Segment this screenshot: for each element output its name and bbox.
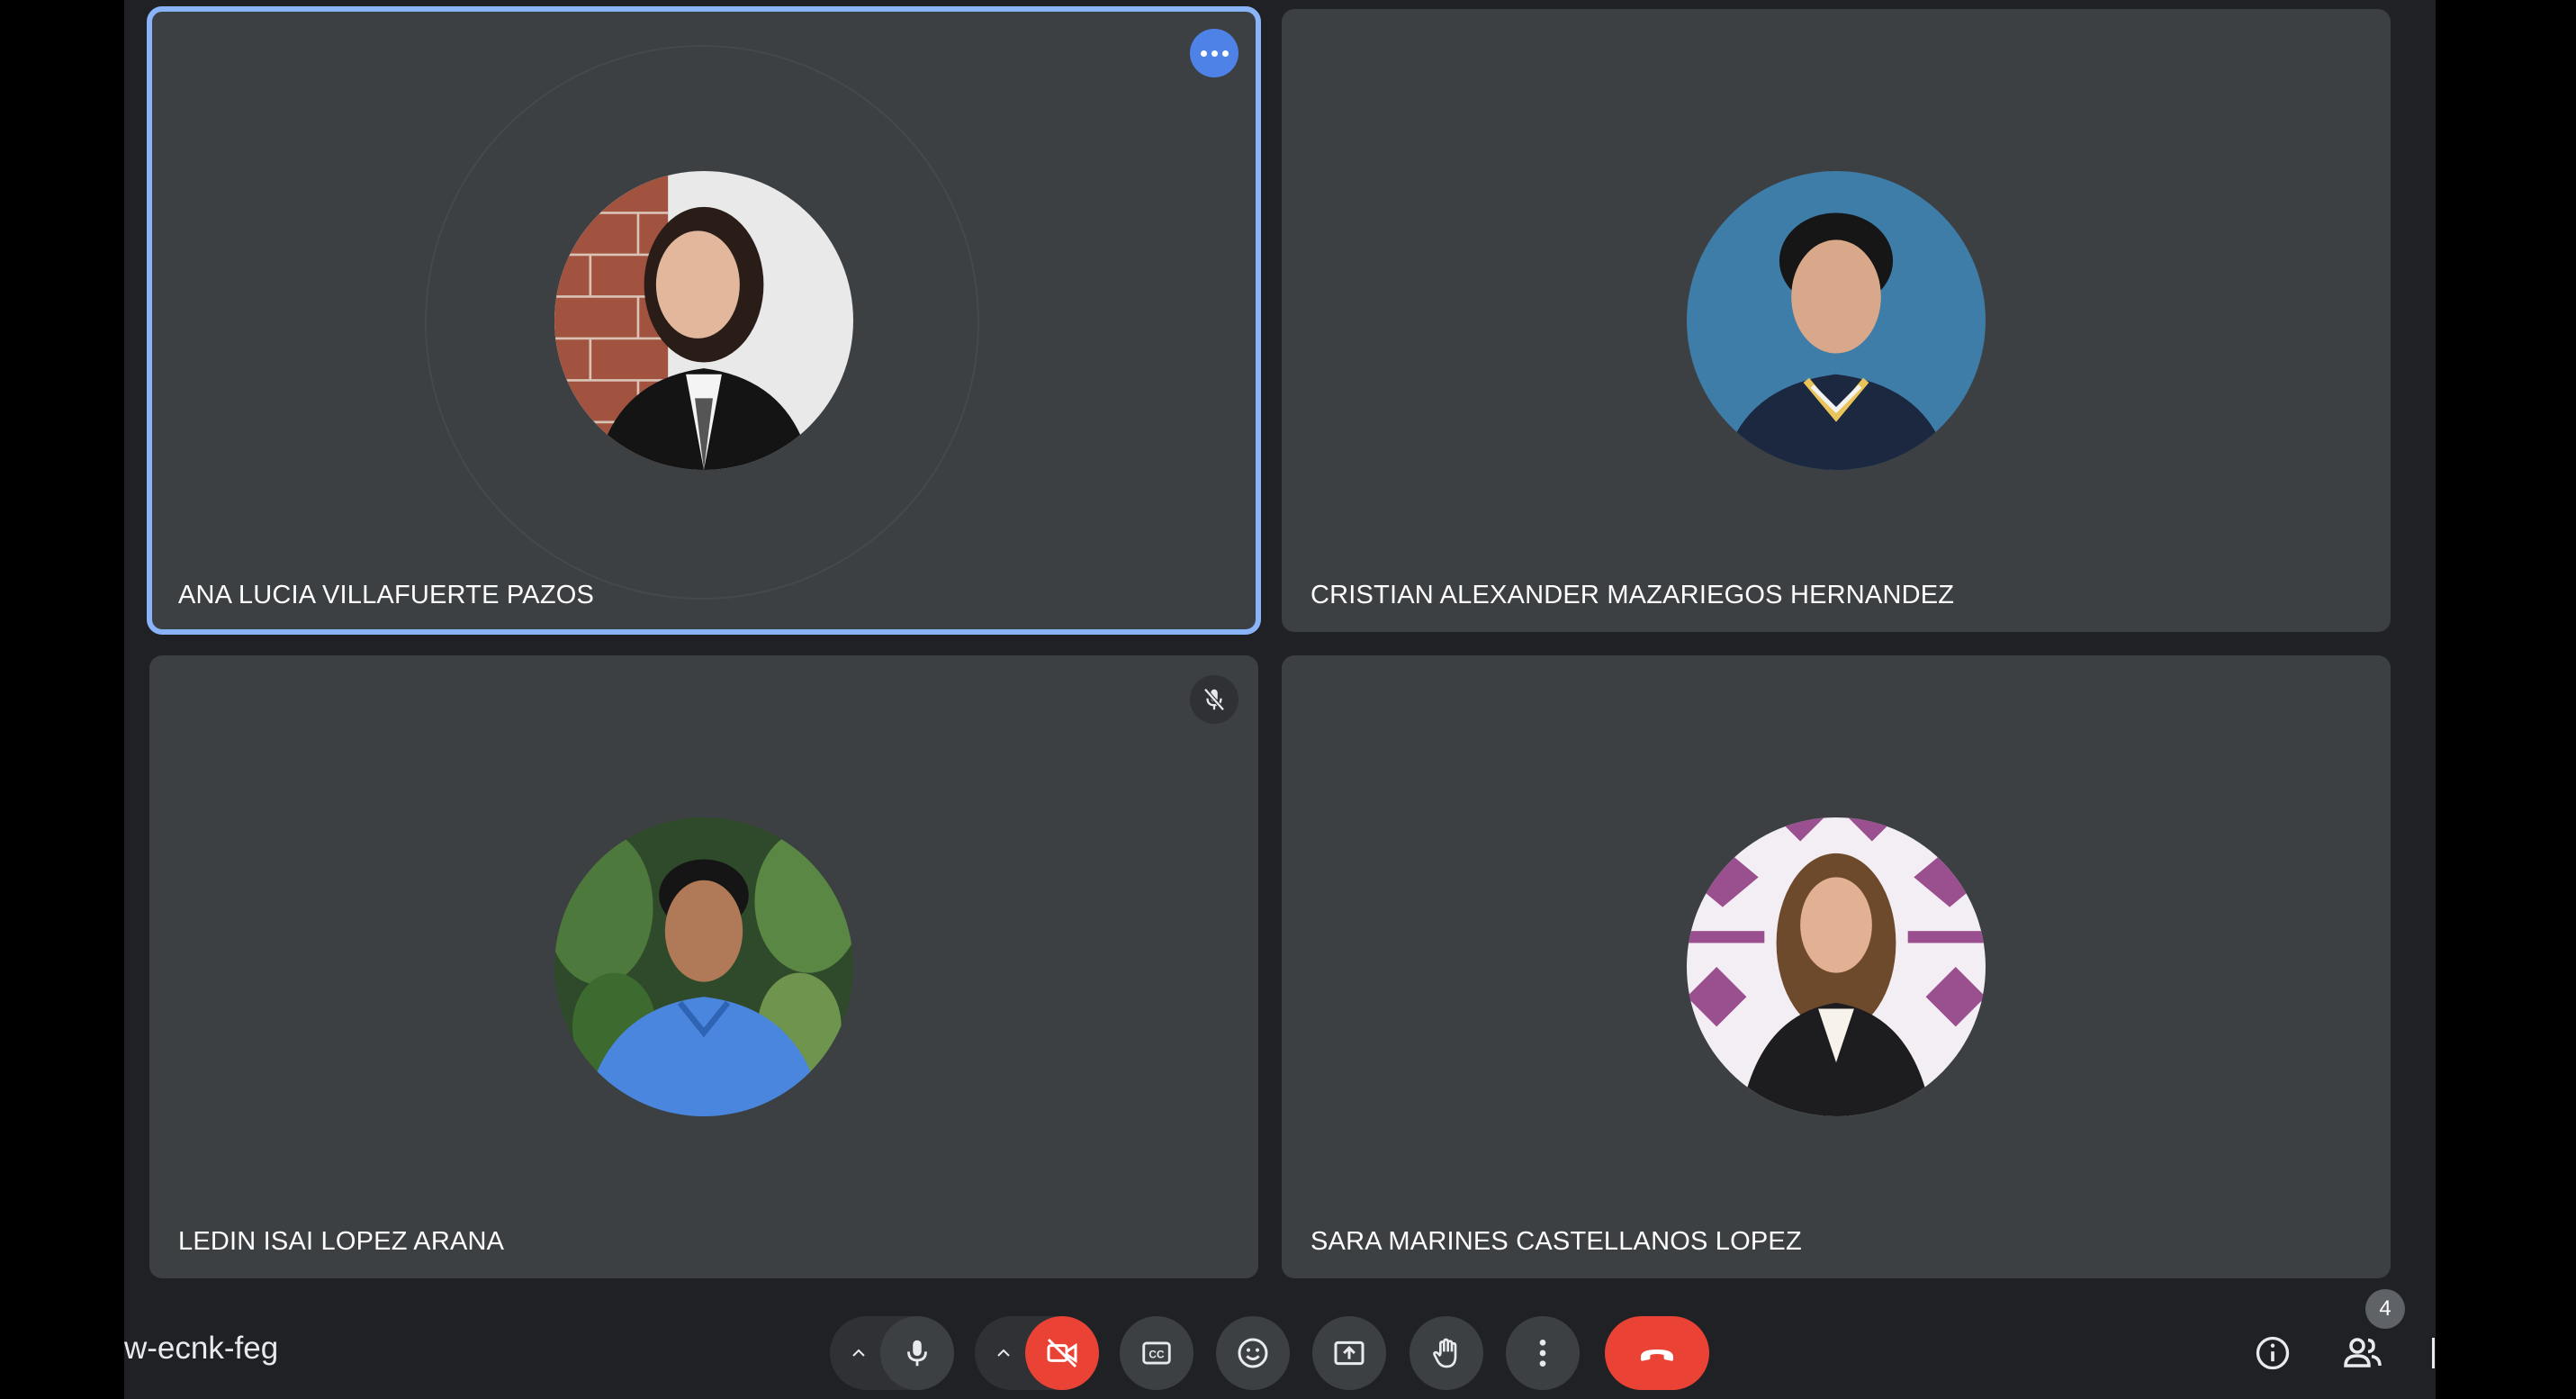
avatar-ana bbox=[554, 171, 853, 470]
tile-options-button[interactable] bbox=[1190, 29, 1238, 77]
mic-off-icon bbox=[1203, 688, 1225, 711]
chevron-up-icon bbox=[997, 1349, 1010, 1357]
more-vertical-icon bbox=[1539, 1340, 1546, 1367]
videocam-off-icon bbox=[1047, 1338, 1077, 1368]
participant-tile-ledin[interactable]: LEDIN ISAI LOPEZ ARANA bbox=[149, 655, 1258, 1278]
participant-name: SARA MARINES CASTELLANOS LOPEZ bbox=[1311, 1227, 1802, 1256]
chevron-up-icon bbox=[852, 1349, 865, 1357]
muted-indicator bbox=[1190, 675, 1238, 724]
meet-window: ANA LUCIA VILLAFUERTE PAZOS CRISTIAN ALE… bbox=[124, 0, 2436, 1399]
more-horizontal-icon bbox=[1200, 50, 1207, 57]
avatar-cristian bbox=[1687, 171, 1986, 470]
mic-icon bbox=[907, 1340, 927, 1367]
participant-name: ANA LUCIA VILLAFUERTE PAZOS bbox=[178, 581, 595, 609]
participant-count-badge: 4 bbox=[2365, 1289, 2405, 1329]
camera-button[interactable] bbox=[1025, 1316, 1099, 1390]
leave-call-button[interactable] bbox=[1605, 1316, 1709, 1390]
meeting-details-button[interactable] bbox=[2236, 1316, 2310, 1390]
present-screen-icon bbox=[1334, 1340, 1365, 1366]
microphone-button[interactable] bbox=[880, 1316, 954, 1390]
closed-captions-icon: CC bbox=[1142, 1341, 1171, 1365]
control-bar: w-ecnk-feg CC bbox=[124, 1302, 2436, 1399]
emoji-icon bbox=[1238, 1338, 1268, 1368]
info-icon bbox=[2256, 1336, 2290, 1370]
audio-options-button[interactable] bbox=[839, 1316, 878, 1390]
captions-button[interactable]: CC bbox=[1120, 1316, 1193, 1390]
avatar-ledin bbox=[554, 817, 853, 1116]
hand-icon bbox=[1433, 1338, 1457, 1368]
participant-tile-cristian[interactable]: CRISTIAN ALEXANDER MAZARIEGOS HERNANDEZ bbox=[1282, 9, 2391, 632]
meeting-code: w-ecnk-feg bbox=[124, 1331, 279, 1366]
avatar-sara bbox=[1687, 817, 1986, 1116]
video-options-button[interactable] bbox=[984, 1316, 1023, 1390]
present-screen-button[interactable] bbox=[1312, 1316, 1386, 1390]
divider bbox=[2432, 1338, 2435, 1368]
participant-name: LEDIN ISAI LOPEZ ARANA bbox=[178, 1227, 505, 1256]
participant-tile-ana[interactable]: ANA LUCIA VILLAFUERTE PAZOS bbox=[147, 6, 1261, 635]
raise-hand-button[interactable] bbox=[1410, 1316, 1483, 1390]
participant-name: CRISTIAN ALEXANDER MAZARIEGOS HERNANDEZ bbox=[1311, 581, 1955, 609]
reactions-button[interactable] bbox=[1216, 1316, 1290, 1390]
people-icon bbox=[2344, 1338, 2382, 1367]
svg-text:CC: CC bbox=[1148, 1349, 1165, 1361]
more-options-button[interactable] bbox=[1506, 1316, 1580, 1390]
call-end-icon bbox=[1641, 1349, 1673, 1361]
participant-tile-sara[interactable]: SARA MARINES CASTELLANOS LOPEZ bbox=[1282, 655, 2391, 1278]
